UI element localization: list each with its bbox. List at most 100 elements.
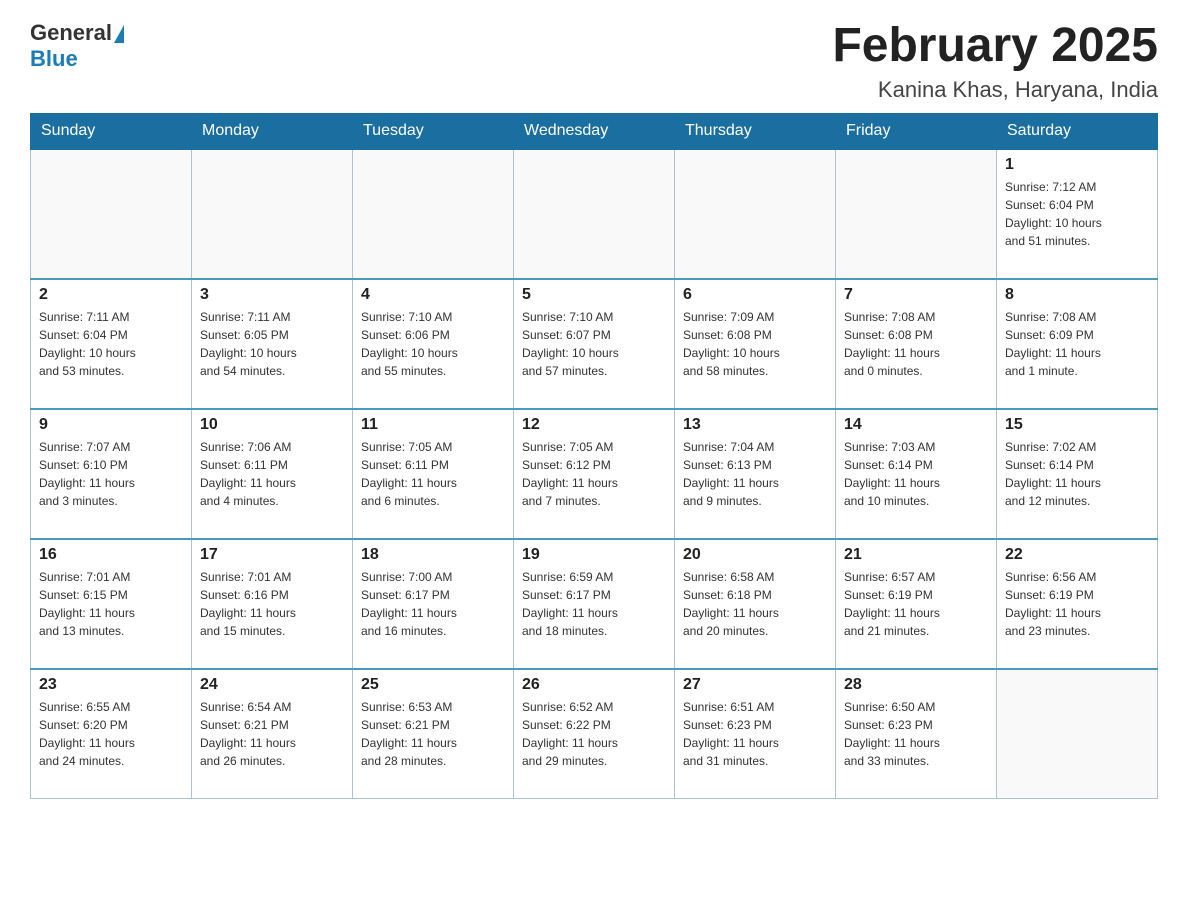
calendar-cell: 28 Sunrise: 6:50 AM Sunset: 6:23 PM Dayli… <box>836 669 997 799</box>
logo-block: General Blue <box>30 20 124 73</box>
day-number: 23 <box>39 676 183 694</box>
calendar-cell: 18 Sunrise: 7:00 AM Sunset: 6:17 PM Dayli… <box>353 539 514 669</box>
day-info: Sunrise: 6:54 AM Sunset: 6:21 PM Dayligh… <box>200 698 344 770</box>
day-number: 4 <box>361 286 505 304</box>
day-info: Sunrise: 6:56 AM Sunset: 6:19 PM Dayligh… <box>1005 568 1149 640</box>
calendar-cell: 20Sunrise: 6:58 AM Sunset: 6:18 PM Dayli… <box>675 539 836 669</box>
day-info: Sunrise: 7:01 AM Sunset: 6:16 PM Dayligh… <box>200 568 344 640</box>
day-info: Sunrise: 7:07 AM Sunset: 6:10 PM Dayligh… <box>39 438 183 510</box>
calendar-cell: 27Sunrise: 6:51 AM Sunset: 6:23 PM Dayli… <box>675 669 836 799</box>
calendar-title: February 2025 <box>832 20 1158 73</box>
weekday-header-friday: Friday <box>836 113 997 149</box>
day-number: 1 <box>1005 156 1149 174</box>
day-number: 10 <box>200 416 344 434</box>
day-number: 18 <box>361 546 505 564</box>
calendar-cell <box>192 149 353 279</box>
calendar-cell: 14 Sunrise: 7:03 AM Sunset: 6:14 PM Dayli… <box>836 409 997 539</box>
weekday-header-sunday: Sunday <box>31 113 192 149</box>
calendar-week-2: 2 Sunrise: 7:11 AM Sunset: 6:04 PM Daylig… <box>31 279 1158 409</box>
day-number: 28 <box>844 676 988 694</box>
weekday-header-tuesday: Tuesday <box>353 113 514 149</box>
day-info: Sunrise: 7:11 AM Sunset: 6:04 PM Dayligh… <box>39 308 183 380</box>
day-info: Sunrise: 7:08 AM Sunset: 6:09 PM Dayligh… <box>1005 308 1149 380</box>
day-number: 22 <box>1005 546 1149 564</box>
day-info: Sunrise: 7:00 AM Sunset: 6:17 PM Dayligh… <box>361 568 505 640</box>
day-number: 26 <box>522 676 666 694</box>
day-info: Sunrise: 6:59 AM Sunset: 6:17 PM Dayligh… <box>522 568 666 640</box>
day-info: Sunrise: 7:08 AM Sunset: 6:08 PM Dayligh… <box>844 308 988 380</box>
calendar-cell: 25Sunrise: 6:53 AM Sunset: 6:21 PM Dayli… <box>353 669 514 799</box>
day-info: Sunrise: 6:52 AM Sunset: 6:22 PM Dayligh… <box>522 698 666 770</box>
calendar-cell <box>997 669 1158 799</box>
calendar-subtitle: Kanina Khas, Haryana, India <box>832 77 1158 103</box>
day-number: 12 <box>522 416 666 434</box>
calendar-cell: 19 Sunrise: 6:59 AM Sunset: 6:17 PM Dayli… <box>514 539 675 669</box>
day-number: 17 <box>200 546 344 564</box>
day-number: 2 <box>39 286 183 304</box>
calendar-cell: 13 Sunrise: 7:04 AM Sunset: 6:13 PM Dayli… <box>675 409 836 539</box>
day-info: Sunrise: 7:04 AM Sunset: 6:13 PM Dayligh… <box>683 438 827 510</box>
weekday-header-wednesday: Wednesday <box>514 113 675 149</box>
day-number: 6 <box>683 286 827 304</box>
calendar-cell: 21 Sunrise: 6:57 AM Sunset: 6:19 PM Dayli… <box>836 539 997 669</box>
calendar-cell <box>514 149 675 279</box>
calendar-cell: 12 Sunrise: 7:05 AM Sunset: 6:12 PM Dayli… <box>514 409 675 539</box>
calendar-cell: 26 Sunrise: 6:52 AM Sunset: 6:22 PM Dayli… <box>514 669 675 799</box>
calendar-cell: 4 Sunrise: 7:10 AM Sunset: 6:06 PM Daylig… <box>353 279 514 409</box>
weekday-header-saturday: Saturday <box>997 113 1158 149</box>
weekday-header-row: SundayMondayTuesdayWednesdayThursdayFrid… <box>31 113 1158 149</box>
calendar-cell: 2 Sunrise: 7:11 AM Sunset: 6:04 PM Daylig… <box>31 279 192 409</box>
calendar-cell <box>836 149 997 279</box>
day-info: Sunrise: 6:50 AM Sunset: 6:23 PM Dayligh… <box>844 698 988 770</box>
day-info: Sunrise: 7:06 AM Sunset: 6:11 PM Dayligh… <box>200 438 344 510</box>
calendar-cell: 1 Sunrise: 7:12 AM Sunset: 6:04 PM Daylig… <box>997 149 1158 279</box>
calendar-cell <box>31 149 192 279</box>
calendar-table: SundayMondayTuesdayWednesdayThursdayFrid… <box>30 113 1158 800</box>
day-number: 21 <box>844 546 988 564</box>
calendar-week-3: 9 Sunrise: 7:07 AM Sunset: 6:10 PM Daylig… <box>31 409 1158 539</box>
day-number: 24 <box>200 676 344 694</box>
day-number: 16 <box>39 546 183 564</box>
calendar-cell: 8 Sunrise: 7:08 AM Sunset: 6:09 PM Daylig… <box>997 279 1158 409</box>
logo-blue-text: Blue <box>30 46 78 71</box>
calendar-week-5: 23 Sunrise: 6:55 AM Sunset: 6:20 PM Dayli… <box>31 669 1158 799</box>
day-number: 25 <box>361 676 505 694</box>
day-info: Sunrise: 7:03 AM Sunset: 6:14 PM Dayligh… <box>844 438 988 510</box>
calendar-cell: 7Sunrise: 7:08 AM Sunset: 6:08 PM Daylig… <box>836 279 997 409</box>
logo-triangle-icon <box>114 25 124 43</box>
calendar-week-4: 16 Sunrise: 7:01 AM Sunset: 6:15 PM Dayli… <box>31 539 1158 669</box>
day-number: 20 <box>683 546 827 564</box>
day-info: Sunrise: 6:57 AM Sunset: 6:19 PM Dayligh… <box>844 568 988 640</box>
calendar-cell: 10 Sunrise: 7:06 AM Sunset: 6:11 PM Dayli… <box>192 409 353 539</box>
calendar-cell: 5Sunrise: 7:10 AM Sunset: 6:07 PM Daylig… <box>514 279 675 409</box>
day-number: 5 <box>522 286 666 304</box>
day-number: 8 <box>1005 286 1149 304</box>
day-info: Sunrise: 7:12 AM Sunset: 6:04 PM Dayligh… <box>1005 178 1149 250</box>
day-number: 14 <box>844 416 988 434</box>
day-info: Sunrise: 6:55 AM Sunset: 6:20 PM Dayligh… <box>39 698 183 770</box>
day-info: Sunrise: 7:05 AM Sunset: 6:12 PM Dayligh… <box>522 438 666 510</box>
day-number: 13 <box>683 416 827 434</box>
day-number: 27 <box>683 676 827 694</box>
day-number: 9 <box>39 416 183 434</box>
calendar-cell: 24 Sunrise: 6:54 AM Sunset: 6:21 PM Dayli… <box>192 669 353 799</box>
calendar-cell: 6 Sunrise: 7:09 AM Sunset: 6:08 PM Daylig… <box>675 279 836 409</box>
day-info: Sunrise: 7:09 AM Sunset: 6:08 PM Dayligh… <box>683 308 827 380</box>
day-number: 19 <box>522 546 666 564</box>
calendar-cell: 16 Sunrise: 7:01 AM Sunset: 6:15 PM Dayli… <box>31 539 192 669</box>
calendar-week-1: 1 Sunrise: 7:12 AM Sunset: 6:04 PM Daylig… <box>31 149 1158 279</box>
calendar-cell: 17 Sunrise: 7:01 AM Sunset: 6:16 PM Dayli… <box>192 539 353 669</box>
day-info: Sunrise: 7:10 AM Sunset: 6:06 PM Dayligh… <box>361 308 505 380</box>
day-info: Sunrise: 7:02 AM Sunset: 6:14 PM Dayligh… <box>1005 438 1149 510</box>
calendar-cell <box>675 149 836 279</box>
day-info: Sunrise: 7:05 AM Sunset: 6:11 PM Dayligh… <box>361 438 505 510</box>
calendar-cell: 11Sunrise: 7:05 AM Sunset: 6:11 PM Dayli… <box>353 409 514 539</box>
page-header: General Blue February 2025 Kanina Khas, … <box>30 20 1158 103</box>
title-block: February 2025 Kanina Khas, Haryana, Indi… <box>832 20 1158 103</box>
calendar-cell <box>353 149 514 279</box>
logo-general-text: General <box>30 20 112 46</box>
calendar-cell: 22 Sunrise: 6:56 AM Sunset: 6:19 PM Dayli… <box>997 539 1158 669</box>
logo: General Blue <box>30 20 124 73</box>
day-number: 15 <box>1005 416 1149 434</box>
day-info: Sunrise: 7:01 AM Sunset: 6:15 PM Dayligh… <box>39 568 183 640</box>
